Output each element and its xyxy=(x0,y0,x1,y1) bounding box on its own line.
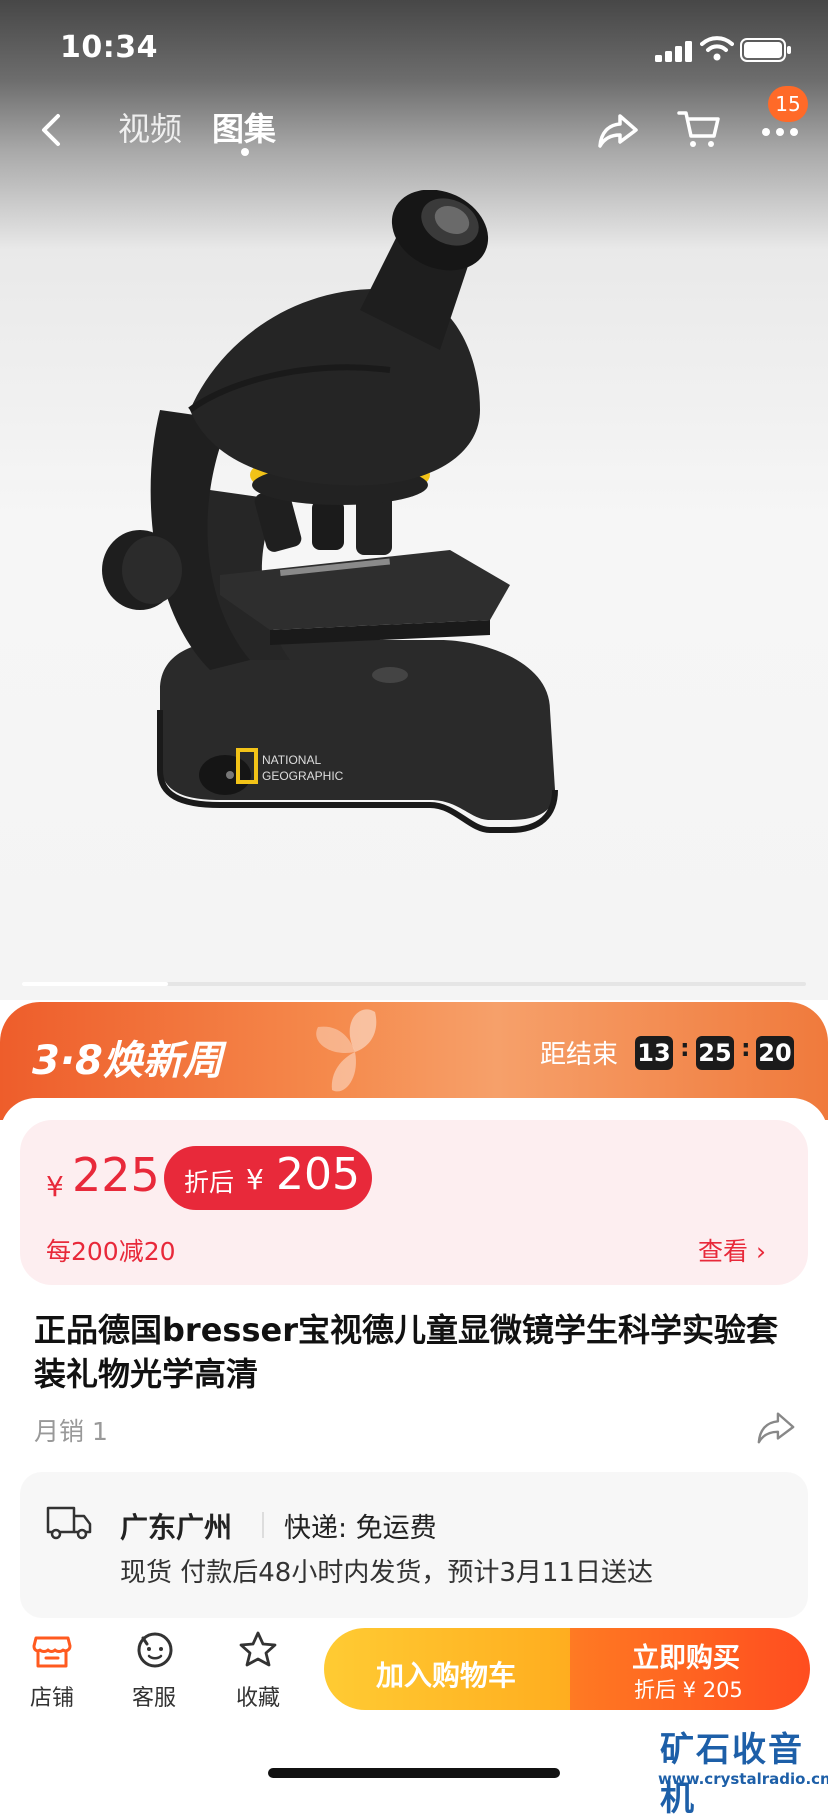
buy-now-label[interactable]: 立即购买 xyxy=(632,1636,740,1675)
share-icon[interactable] xyxy=(755,1406,797,1448)
tab-video[interactable]: 视频 xyxy=(118,104,182,150)
truck-icon xyxy=(46,1506,92,1540)
countdown-hours: 13 xyxy=(635,1036,673,1070)
tab-gallery[interactable]: 图集 xyxy=(212,104,276,150)
delivery-estimate: 现货 付款后48小时内发货，预计3月11日送达 xyxy=(120,1558,653,1588)
countdown-separator: : xyxy=(680,1034,690,1062)
express-fee: 快递: 免运费 xyxy=(284,1513,437,1544)
discount-price: 205 xyxy=(276,1149,360,1200)
gallery-progress-active xyxy=(22,982,168,986)
countdown-separator: : xyxy=(741,1034,751,1062)
divider xyxy=(262,1512,264,1538)
share-icon[interactable] xyxy=(596,108,640,152)
product-title: 正品德国bresser宝视德儿童显微镜学生科学实验套装礼物光学高清 xyxy=(34,1311,778,1393)
cart-icon[interactable] xyxy=(676,106,722,152)
discount-currency: ¥ xyxy=(246,1163,264,1196)
flower-decoration xyxy=(316,1009,377,1092)
favorite-label[interactable]: 收藏 xyxy=(236,1680,280,1712)
battery-icon xyxy=(740,38,791,62)
cellular-signal-icon xyxy=(655,41,692,62)
wifi-icon xyxy=(700,36,734,61)
promo-title: 3·8焕新周 xyxy=(32,1038,223,1084)
active-tab-indicator xyxy=(241,148,249,156)
original-price: 225 xyxy=(72,1148,160,1202)
product-image: NATIONAL GEOGRAPHIC xyxy=(102,190,558,833)
status-time: 10:34 xyxy=(60,30,158,65)
coupon-text: 每200减20 xyxy=(46,1237,176,1266)
message-count-badge: 15 xyxy=(768,86,808,122)
watermark-url: www.crystalradio.cn xyxy=(658,1770,828,1788)
buy-now-discount-price[interactable]: 折后 ¥ 205 xyxy=(634,1674,743,1704)
ship-from-location: 广东广州 xyxy=(120,1511,233,1544)
customer-service-label[interactable]: 客服 xyxy=(132,1680,176,1712)
discount-label: 折后 xyxy=(184,1168,235,1197)
store-icon[interactable] xyxy=(30,1628,74,1672)
customer-service-icon[interactable] xyxy=(133,1628,177,1672)
add-to-cart-label[interactable]: 加入购物车 xyxy=(376,1654,516,1694)
brand-logo-text: NATIONAL xyxy=(262,753,321,767)
home-indicator[interactable] xyxy=(268,1768,560,1778)
back-icon[interactable] xyxy=(30,108,74,152)
countdown-label: 距结束 xyxy=(540,1040,619,1070)
countdown-minutes: 25 xyxy=(696,1036,734,1070)
view-coupon-link[interactable]: 查看 › xyxy=(698,1232,766,1268)
price-currency: ¥ xyxy=(46,1170,64,1203)
svg-text:GEOGRAPHIC: GEOGRAPHIC xyxy=(262,769,344,783)
monthly-sales: 月销 1 xyxy=(34,1417,108,1446)
star-icon[interactable] xyxy=(236,1628,280,1672)
countdown-seconds: 20 xyxy=(756,1036,794,1070)
store-label[interactable]: 店铺 xyxy=(30,1680,74,1712)
